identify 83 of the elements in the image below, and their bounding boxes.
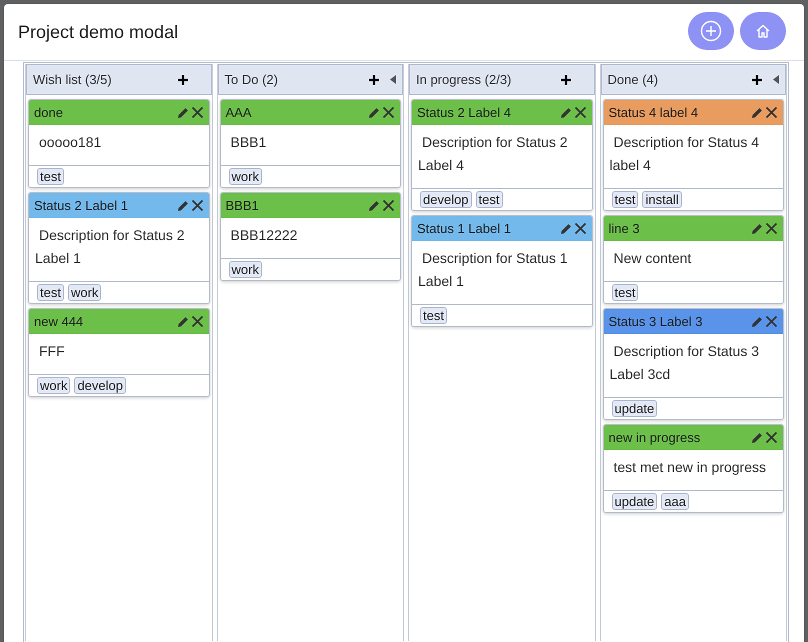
tag-label: update bbox=[612, 493, 658, 510]
close-icon[interactable] bbox=[382, 199, 395, 212]
card-title: Status 2 Label 1 bbox=[34, 198, 129, 213]
tag-label: work bbox=[228, 168, 262, 185]
card-title: done bbox=[34, 105, 64, 120]
plus-circle-icon bbox=[700, 20, 722, 42]
card-description: BBB12222 bbox=[220, 218, 400, 259]
column-title: To Do (2) bbox=[224, 72, 279, 87]
close-icon[interactable] bbox=[574, 106, 586, 119]
tag-label: develop bbox=[74, 377, 126, 394]
card-description: Description for Status 2 Label 1 bbox=[29, 218, 208, 282]
close-icon[interactable] bbox=[382, 106, 395, 119]
tag-label: develop bbox=[420, 191, 472, 208]
tag-label: work bbox=[37, 377, 70, 394]
tag-label: work bbox=[68, 284, 102, 301]
tag-label: test bbox=[37, 284, 64, 301]
tag-label: install bbox=[642, 191, 682, 208]
collapse-icon[interactable] bbox=[390, 75, 396, 84]
card-description: New content bbox=[604, 241, 783, 282]
task-card[interactable]: new in progress test met new in progress update aaa bbox=[602, 424, 784, 513]
card-description: Description for Status 4 label 4 bbox=[604, 125, 783, 189]
pencil-icon[interactable] bbox=[367, 106, 381, 120]
tag-label: test bbox=[476, 191, 503, 208]
card-title: AAA bbox=[226, 105, 253, 120]
tag-label: test bbox=[420, 307, 447, 324]
add-icon[interactable] bbox=[560, 74, 572, 86]
pencil-icon[interactable] bbox=[750, 314, 764, 328]
card-description: test met new in progress bbox=[604, 450, 783, 491]
column-title: Done (4) bbox=[608, 72, 660, 87]
tag-label: aaa bbox=[661, 493, 689, 510]
pencil-icon[interactable] bbox=[176, 106, 190, 120]
task-card[interactable]: line 3 New content test bbox=[602, 215, 784, 304]
card-title: Status 4 label 4 bbox=[608, 105, 700, 120]
pencil-icon[interactable] bbox=[558, 222, 572, 236]
task-card[interactable]: new 444 FFF work develop bbox=[28, 308, 210, 397]
card-description: BBB1 bbox=[220, 125, 400, 166]
card-title: BBB1 bbox=[226, 198, 260, 213]
tag-label: update bbox=[612, 400, 658, 417]
close-icon[interactable] bbox=[765, 222, 778, 235]
add-icon[interactable] bbox=[176, 74, 188, 86]
home-button[interactable] bbox=[740, 12, 786, 50]
card-title: Status 3 Label 3 bbox=[608, 314, 704, 329]
task-card[interactable]: BBB1 BBB12222 work bbox=[220, 192, 401, 281]
pencil-icon[interactable] bbox=[750, 430, 764, 444]
pencil-icon[interactable] bbox=[750, 106, 764, 120]
collapse-icon[interactable] bbox=[773, 75, 779, 84]
column-title: In progress (2/3) bbox=[416, 72, 512, 87]
task-card[interactable]: AAA BBB1 work bbox=[220, 99, 401, 188]
pencil-icon[interactable] bbox=[367, 198, 381, 212]
card-title: Status 2 Label 4 bbox=[417, 105, 512, 120]
tag-label: test bbox=[37, 168, 64, 185]
card-title: new in progress bbox=[608, 430, 702, 445]
close-icon[interactable] bbox=[765, 315, 778, 328]
column-title: Wish list (3/5) bbox=[33, 72, 113, 87]
card-title: new 444 bbox=[34, 314, 84, 329]
home-icon bbox=[755, 23, 771, 39]
card-description: ooooo181 bbox=[29, 125, 208, 166]
card-description: Description for Status 1 Label 1 bbox=[412, 241, 592, 305]
card-description: FFF bbox=[29, 334, 208, 375]
close-icon[interactable] bbox=[190, 199, 204, 212]
card-title: line 3 bbox=[608, 221, 641, 236]
pencil-icon[interactable] bbox=[558, 106, 572, 120]
close-icon[interactable] bbox=[574, 222, 586, 235]
close-icon[interactable] bbox=[765, 431, 778, 444]
close-icon[interactable] bbox=[190, 315, 204, 328]
card-title: Status 1 Label 1 bbox=[417, 221, 512, 236]
add-button[interactable] bbox=[688, 12, 734, 50]
add-icon[interactable] bbox=[751, 74, 763, 86]
task-card[interactable]: Status 2 Label 4 Description for Status 2 Label 4 develop test bbox=[411, 99, 592, 211]
add-icon[interactable] bbox=[368, 74, 380, 86]
tag-label: work bbox=[228, 261, 262, 278]
close-icon[interactable] bbox=[190, 106, 204, 119]
task-card[interactable]: Status 1 Label 1 Description for Status 1 Label 1 test bbox=[411, 215, 592, 327]
tag-label: test bbox=[612, 284, 638, 301]
modal-title: Project demo modal bbox=[18, 22, 178, 42]
pencil-icon[interactable] bbox=[176, 314, 190, 328]
close-icon[interactable] bbox=[765, 106, 778, 119]
pencil-icon[interactable] bbox=[750, 222, 764, 236]
pencil-icon[interactable] bbox=[176, 198, 190, 212]
task-card[interactable]: done ooooo181 test bbox=[28, 99, 210, 188]
card-description: Description for Status 3 Label 3cd bbox=[604, 334, 783, 398]
tag-label: test bbox=[612, 191, 638, 208]
card-description: Description for Status 2 Label 4 bbox=[412, 125, 592, 189]
